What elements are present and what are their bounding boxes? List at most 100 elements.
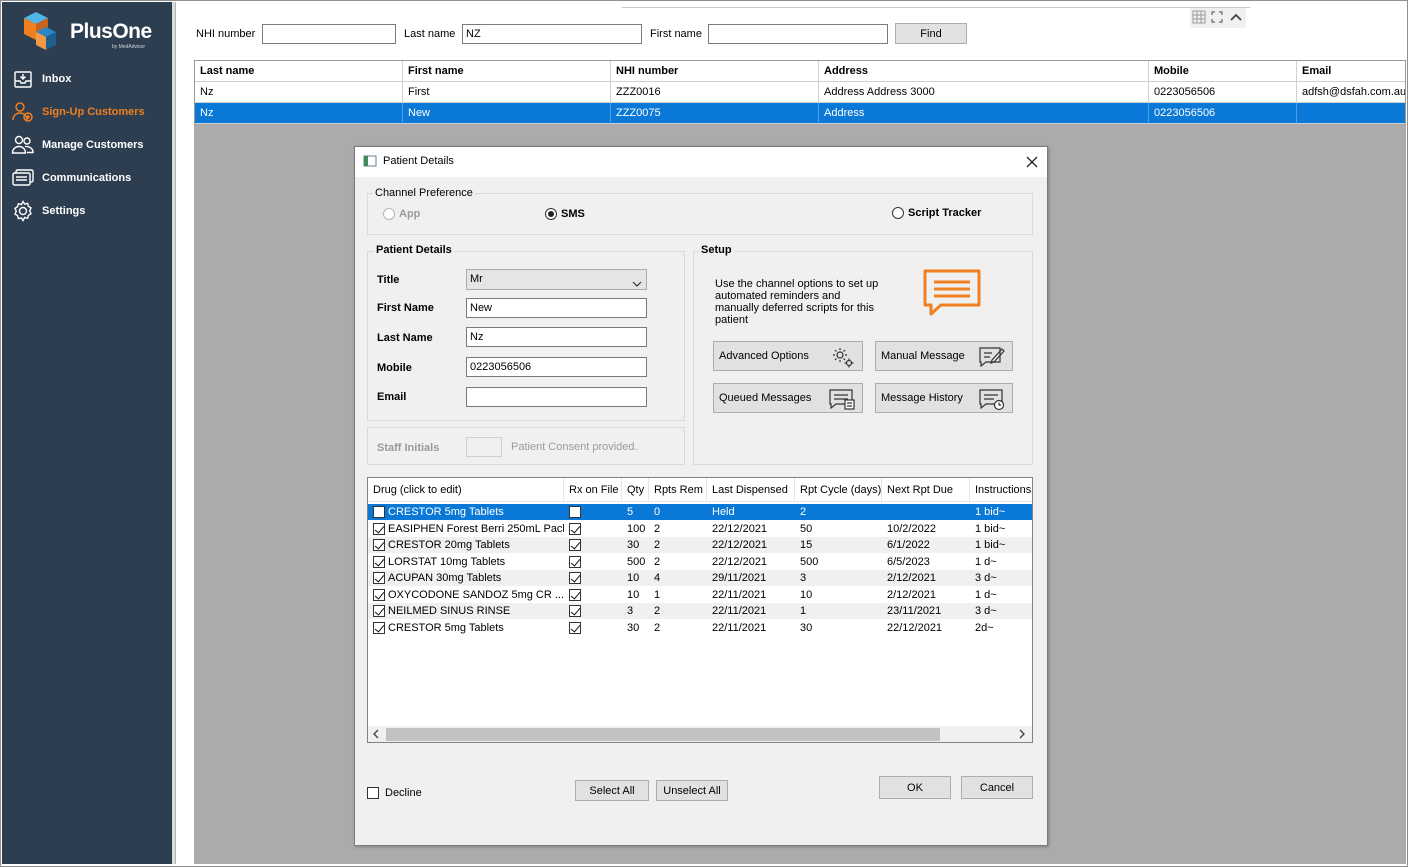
column-header[interactable]: First name [403, 61, 611, 82]
title-select[interactable]: Mr [466, 269, 647, 290]
table-cell: Nz [195, 82, 403, 103]
column-header[interactable]: Next Rpt Due [882, 478, 970, 502]
drug-name[interactable]: OXYCODONE SANDOZ 5mg CR ... [388, 589, 564, 601]
rx-on-file-checkbox[interactable] [569, 539, 581, 552]
unselect-all-button[interactable]: Unselect All [656, 780, 728, 801]
column-header[interactable]: Last name [195, 61, 403, 82]
rx-on-file-checkbox[interactable] [569, 588, 581, 601]
table-cell: 22/12/2021 [712, 555, 768, 568]
dialog-title: Patient Details [383, 155, 454, 167]
drug-name[interactable]: CRESTOR 5mg Tablets [388, 622, 504, 634]
column-header[interactable]: Instructions [970, 478, 1032, 502]
nhi-number-input[interactable] [262, 24, 396, 44]
message-history-button[interactable]: Message History [875, 383, 1013, 413]
column-header[interactable]: Rpts Rem [649, 478, 707, 502]
row-select-checkbox[interactable] [373, 572, 385, 585]
table-cell: 30 [622, 537, 649, 553]
last-name-input[interactable] [462, 24, 642, 44]
staff-initials-field[interactable] [466, 437, 502, 457]
column-header[interactable]: Rpt Cycle (days) [795, 478, 882, 502]
rx-on-file-checkbox[interactable] [569, 506, 581, 519]
column-header[interactable]: NHI number [611, 61, 819, 82]
sidebar-item-settings[interactable]: Settings [10, 198, 168, 224]
drug-name[interactable]: EASIPHEN Forest Berri 250mL Packs [388, 523, 564, 535]
manual-message-button[interactable]: Manual Message [875, 341, 1013, 371]
table-cell [882, 504, 970, 520]
first-name-field[interactable]: New [466, 298, 647, 318]
advanced-options-button[interactable]: Advanced Options [713, 341, 863, 371]
scroll-left-icon[interactable] [372, 729, 380, 742]
channel-script-tracker-radio[interactable]: Script Tracker [892, 207, 981, 219]
table-row[interactable]: EASIPHEN Forest Berri 250mL Packs 100 2 22/… [368, 521, 1032, 537]
scrollbar-thumb[interactable] [386, 728, 940, 741]
table-cell: Address [819, 103, 1149, 124]
first-name-label: First name [650, 28, 702, 40]
horizontal-scrollbar[interactable] [368, 726, 1032, 742]
find-button[interactable]: Find [895, 23, 967, 44]
channel-app-radio[interactable]: App [383, 208, 420, 220]
table-row-selected[interactable]: CRESTOR 5mg Tablets 5 0 Held 2 1 bid~ [368, 504, 1032, 520]
rx-on-file-checkbox[interactable] [569, 572, 581, 585]
first-name-input[interactable] [708, 24, 888, 44]
column-header[interactable]: Drug (click to edit) [368, 478, 564, 502]
mobile-field[interactable]: 0223056506 [466, 357, 647, 377]
table-cell: 2 [654, 522, 661, 535]
drug-name[interactable]: ACUPAN 30mg Tablets [388, 572, 501, 584]
last-name-field[interactable]: Nz [466, 327, 647, 347]
decline-checkbox[interactable]: Decline [367, 787, 422, 799]
expand-icon[interactable] [1210, 10, 1224, 27]
drug-name[interactable]: NEILMED SINUS RINSE [388, 605, 510, 617]
queued-messages-button[interactable]: Queued Messages [713, 383, 863, 413]
rx-on-file-checkbox[interactable] [569, 522, 581, 535]
grid-icon[interactable] [1192, 10, 1206, 27]
row-select-checkbox[interactable] [373, 588, 385, 601]
scroll-right-icon[interactable] [1018, 729, 1026, 742]
rx-on-file-checkbox[interactable] [569, 621, 581, 634]
row-select-checkbox[interactable] [373, 621, 385, 634]
rx-on-file-checkbox[interactable] [569, 605, 581, 618]
table-cell: 22/11/2021 [712, 621, 767, 634]
ok-button[interactable]: OK [879, 776, 951, 799]
dialog-titlebar[interactable]: Patient Details [355, 147, 1047, 177]
sidebar-item-label: Settings [42, 205, 86, 217]
table-row[interactable]: CRESTOR 20mg Tablets 30 2 22/12/2021 15 6/1/2… [368, 537, 1032, 553]
cancel-button[interactable]: Cancel [961, 776, 1033, 799]
drug-name[interactable]: CRESTOR 5mg Tablets [388, 506, 504, 518]
table-cell: adfsh@dsfah.com.au [1297, 82, 1405, 103]
table-cell: 3 [622, 603, 649, 619]
row-select-checkbox[interactable] [373, 555, 385, 568]
table-row[interactable]: Nz First ZZZ0016 Address Address 3000 02… [195, 82, 1407, 103]
column-header[interactable]: Address [819, 61, 1149, 82]
drug-cell: CRESTOR 5mg Tablets [368, 504, 564, 520]
table-row[interactable]: CRESTOR 5mg Tablets 30 2 22/11/2021 30 22/12/… [368, 620, 1032, 636]
sidebar-item-sign-up-customers[interactable]: Sign-Up Customers [10, 99, 168, 125]
column-header[interactable]: Last Dispensed [707, 478, 795, 502]
close-icon[interactable] [1021, 151, 1043, 173]
channel-sms-radio[interactable]: SMS [545, 208, 585, 220]
column-header[interactable]: Mobile [1149, 61, 1297, 82]
select-all-button[interactable]: Select All [575, 780, 649, 801]
column-header[interactable]: Rx on File [564, 478, 622, 502]
row-select-checkbox[interactable] [373, 539, 385, 552]
radio-indicator [383, 208, 395, 220]
rx-on-file-checkbox[interactable] [569, 555, 581, 568]
drug-name[interactable]: CRESTOR 20mg Tablets [388, 539, 510, 551]
row-select-checkbox[interactable] [373, 605, 385, 618]
chevron-up-icon[interactable] [1228, 10, 1244, 27]
drug-name[interactable]: LORSTAT 10mg Tablets [388, 556, 505, 568]
table-cell: 2 [649, 537, 707, 553]
table-row-selected[interactable]: Nz New ZZZ0075 Address 0223056506 [195, 103, 1407, 124]
sidebar-item-inbox[interactable]: Inbox [10, 66, 168, 92]
table-row[interactable]: ACUPAN 30mg Tablets 10 4 29/11/2021 3 2/12/20… [368, 570, 1032, 586]
setup-title: Setup [699, 244, 734, 256]
sidebar-item-manage-customers[interactable]: Manage Customers [10, 132, 168, 158]
column-header[interactable]: Email [1297, 61, 1405, 82]
row-select-checkbox[interactable] [373, 522, 385, 535]
table-row[interactable]: LORSTAT 10mg Tablets 500 2 22/12/2021 500 6/5… [368, 554, 1032, 570]
row-select-checkbox[interactable] [373, 506, 385, 519]
email-field[interactable] [466, 387, 647, 407]
column-header[interactable]: Qty [622, 478, 649, 502]
table-row[interactable]: NEILMED SINUS RINSE 3 2 22/11/2021 1 23/11/20… [368, 603, 1032, 619]
sidebar-item-communications[interactable]: Communications [10, 165, 168, 191]
table-row[interactable]: OXYCODONE SANDOZ 5mg CR ... 10 1 22/11/2021… [368, 587, 1032, 603]
